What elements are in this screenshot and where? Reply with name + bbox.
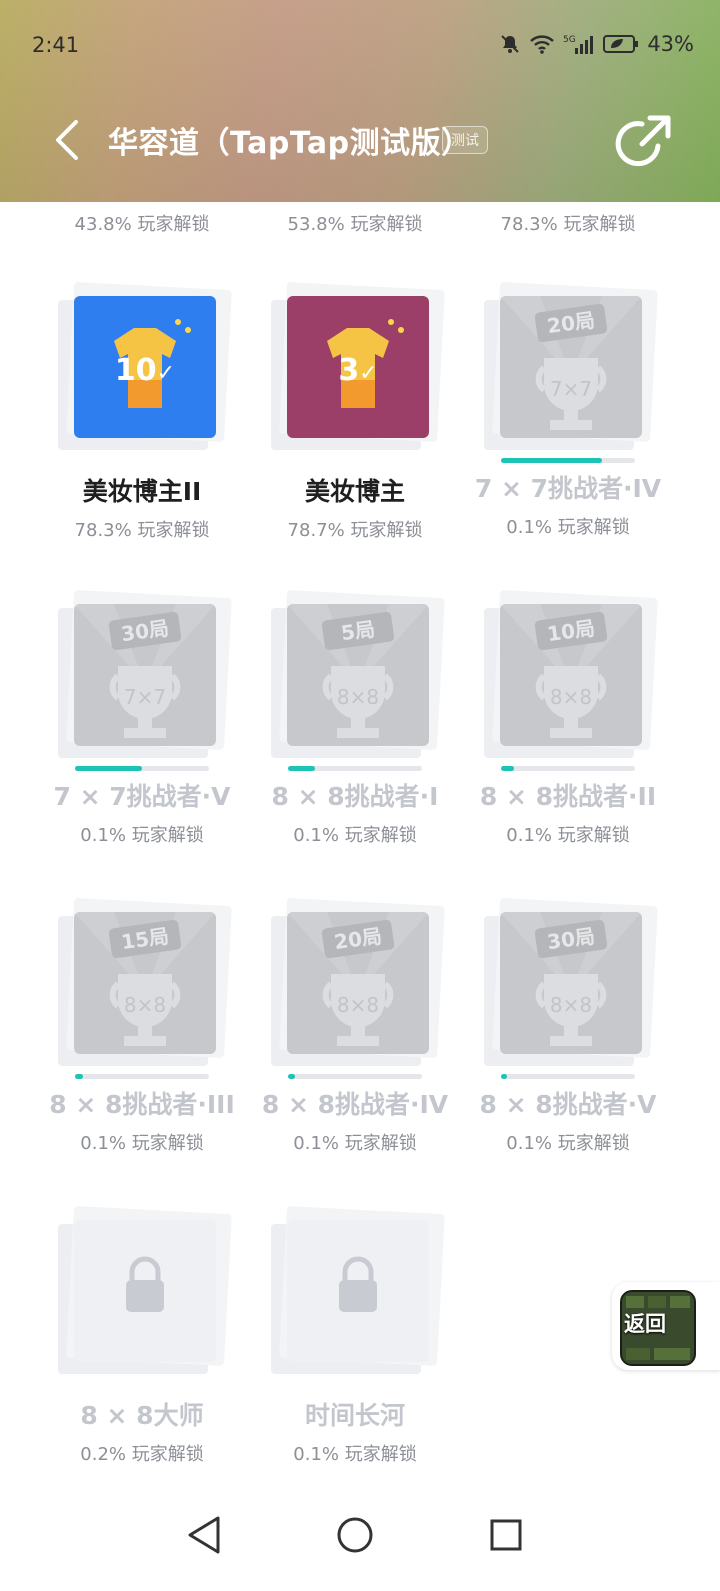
nav-recents-icon[interactable] <box>481 1510 531 1560</box>
achievement-badge: 7×7 20局 <box>478 281 658 450</box>
status-icons: 5G 43% <box>499 32 694 56</box>
achievement-stat: 0.1% 玩家解锁 <box>506 825 630 846</box>
svg-text:8×8: 8×8 <box>124 993 166 1017</box>
achievement-name: 8 × 8挑战者·III <box>49 1090 235 1119</box>
achievement-progress-bar <box>288 1074 422 1079</box>
achievement-item[interactable]: 7×7 20局 7 × 7挑战者·IV 0.1% 玩家解锁 <box>468 281 668 539</box>
achievement-stat: 0.1% 玩家解锁 <box>80 1133 204 1154</box>
achievement-progress-bar <box>75 766 209 771</box>
system-navigation-bar <box>0 1490 720 1591</box>
achievement-item[interactable]: 8×8 10局 8 × 8挑战者·II 0.1% 玩家解锁 <box>468 589 668 847</box>
achievement-stat: 43.8% 玩家解锁 <box>74 214 210 235</box>
achievement-name: 美妆博主 <box>304 477 405 506</box>
svg-text:8×8: 8×8 <box>550 993 592 1017</box>
achievement-stat: 0.1% 玩家解锁 <box>293 825 417 846</box>
achievement-progress-bar <box>75 1074 209 1079</box>
achievement-item[interactable]: 8×8 15局 8 × 8挑战者·III 0.1% 玩家解锁 <box>42 897 242 1155</box>
achievement-name: 8 × 8大师 <box>80 1401 204 1430</box>
achievement-badge: 10✓ <box>52 281 232 450</box>
svg-text:7×7: 7×7 <box>124 685 166 709</box>
achievement-progress-bar <box>501 766 635 771</box>
share-icon[interactable] <box>612 110 676 174</box>
achievement-badge: 8×8 10局 <box>478 589 658 758</box>
svg-text:7×7: 7×7 <box>550 377 592 401</box>
back-arrow-icon[interactable] <box>48 118 88 162</box>
achievement-stat: 0.1% 玩家解锁 <box>293 1444 417 1465</box>
achievement-item[interactable]: 时间长河 0.1% 玩家解锁 <box>255 1205 455 1466</box>
achievement-stat: 0.1% 玩家解锁 <box>506 1133 630 1154</box>
return-label: 返回 <box>624 1312 666 1336</box>
lock-icon <box>339 1256 377 1312</box>
wifi-icon <box>530 35 555 54</box>
achievement-stat: 78.3% 玩家解锁 <box>74 520 210 541</box>
network-type-label: 5G <box>563 35 576 45</box>
achievement-badge: 8×8 15局 <box>52 897 232 1066</box>
achievement-item[interactable]: 8×8 20局 8 × 8挑战者·IV 0.1% 玩家解锁 <box>255 897 455 1155</box>
achievement-stat: 0.1% 玩家解锁 <box>80 825 204 846</box>
achievement-progress-bar <box>501 458 635 463</box>
top-nav: 华容道（TapTap测试版） 测试 <box>0 100 720 180</box>
achievement-badge: 8×8 5局 <box>265 589 445 758</box>
battery-percent: 43% <box>647 32 694 56</box>
achievement-item[interactable]: 8 × 8大师 0.2% 玩家解锁 <box>42 1205 242 1466</box>
lock-icon <box>126 1256 164 1312</box>
achievement-progress-bar <box>501 1074 635 1079</box>
svg-text:8×8: 8×8 <box>337 685 379 709</box>
achievement-name: 美妆博主II <box>82 477 202 506</box>
mute-bell-icon <box>501 35 520 53</box>
achievement-name: 8 × 8挑战者·II <box>479 782 657 811</box>
return-floating-button[interactable]: 返回 <box>612 1282 720 1370</box>
achievement-badge: 8×8 30局 <box>478 897 658 1066</box>
nav-back-icon[interactable] <box>180 1510 230 1560</box>
achievement-badge: 8×8 20局 <box>265 897 445 1066</box>
achievement-name: 时间长河 <box>304 1401 405 1430</box>
svg-text:5局: 5局 <box>340 617 377 645</box>
achievement-badge: 3✓ <box>265 281 445 450</box>
achievement-item[interactable]: 8×8 30局 8 × 8挑战者·V 0.1% 玩家解锁 <box>468 897 668 1155</box>
achievement-item[interactable]: 7×7 30局 7 × 7挑战者·V 0.1% 玩家解锁 <box>42 589 242 847</box>
achievement-stat: 0.1% 玩家解锁 <box>293 1133 417 1154</box>
achievement-name: 7 × 7挑战者·IV <box>474 474 662 503</box>
test-version-badge: 测试 <box>442 126 488 154</box>
status-bar: 2:41 5G 43% <box>0 0 720 90</box>
achievement-name: 7 × 7挑战者·V <box>53 782 231 811</box>
achievement-badge <box>265 1205 445 1374</box>
achievement-stat: 78.7% 玩家解锁 <box>287 520 423 541</box>
achievement-stat: 0.2% 玩家解锁 <box>80 1444 204 1465</box>
achievement-stat: 78.3% 玩家解锁 <box>500 214 636 235</box>
achievement-item[interactable]: 3✓ 美妆博主 78.7% 玩家解锁 <box>255 281 455 542</box>
achievement-badge <box>52 1205 232 1374</box>
achievement-name: 8 × 8挑战者·I <box>271 782 439 811</box>
achievement-name: 8 × 8挑战者·V <box>479 1090 657 1119</box>
achievement-item[interactable]: 8×8 5局 8 × 8挑战者·I 0.1% 玩家解锁 <box>255 589 455 847</box>
cellular-signal-icon: 5G <box>563 35 594 54</box>
status-time: 2:41 <box>32 33 80 57</box>
achievement-stat: 53.8% 玩家解锁 <box>287 214 423 235</box>
battery-icon <box>603 35 639 53</box>
svg-text:8×8: 8×8 <box>550 685 592 709</box>
nav-home-icon[interactable] <box>330 1510 380 1560</box>
achievement-progress-bar <box>288 766 422 771</box>
achievement-badge: 7×7 30局 <box>52 589 232 758</box>
svg-text:8×8: 8×8 <box>337 993 379 1017</box>
achievement-name: 8 × 8挑战者·IV <box>261 1090 449 1119</box>
page-title: 华容道（TapTap测试版） <box>108 126 472 161</box>
achievement-item[interactable]: 10✓ 美妆博主II 78.3% 玩家解锁 <box>42 281 242 542</box>
achievement-stat: 0.1% 玩家解锁 <box>506 517 630 538</box>
